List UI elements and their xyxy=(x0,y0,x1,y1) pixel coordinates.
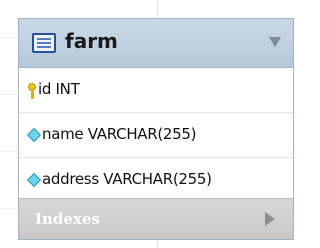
indexes-label: Indexes xyxy=(35,210,100,228)
table-icon xyxy=(32,33,56,53)
column-row-id[interactable]: id INT xyxy=(19,68,293,113)
table-entity-farm[interactable]: farm id INT name VARCHAR(255) address VA… xyxy=(18,18,294,240)
column-diamond-icon xyxy=(26,172,42,188)
column-row-name[interactable]: name VARCHAR(255) xyxy=(19,113,293,158)
expand-arrow-icon[interactable] xyxy=(265,212,275,226)
table-header[interactable]: farm xyxy=(19,19,293,68)
primary-key-icon xyxy=(28,83,36,99)
table-title: farm xyxy=(65,29,118,53)
column-label: id INT xyxy=(38,80,80,98)
column-diamond-icon xyxy=(26,127,42,143)
indexes-section[interactable]: Indexes xyxy=(19,198,293,239)
column-label: address VARCHAR(255) xyxy=(42,170,212,188)
column-list: id INT name VARCHAR(255) address VARCHAR… xyxy=(19,68,293,202)
column-row-address[interactable]: address VARCHAR(255) xyxy=(19,158,293,202)
collapse-arrow-icon[interactable] xyxy=(269,37,281,47)
column-label: name VARCHAR(255) xyxy=(42,125,197,143)
